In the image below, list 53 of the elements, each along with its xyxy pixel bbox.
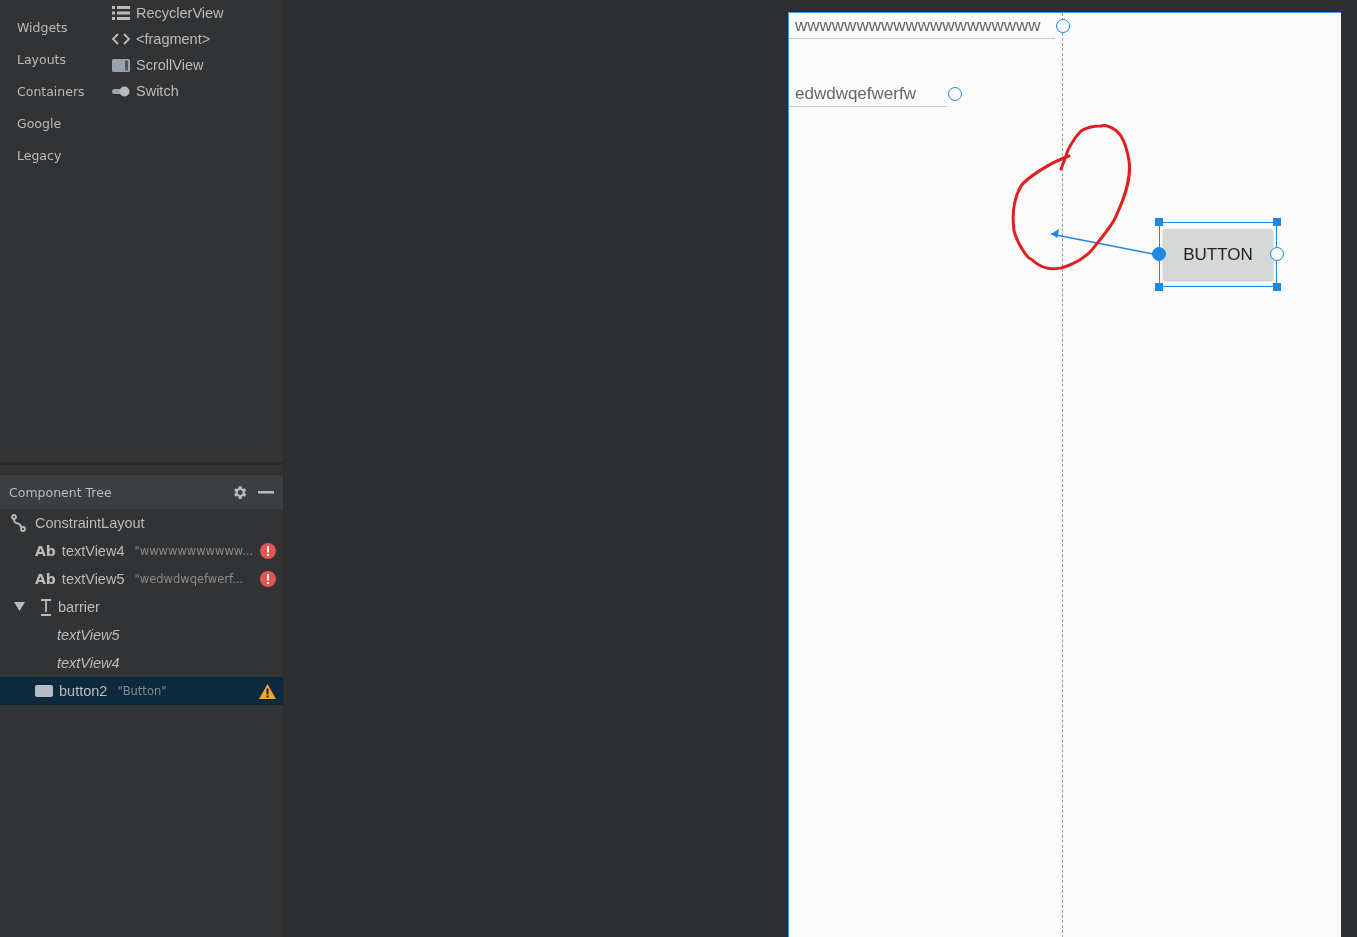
text-view-icon: Ab: [35, 571, 56, 587]
resize-handle[interactable]: [1273, 283, 1281, 291]
code-icon: [112, 33, 130, 45]
node-detail: "Button": [117, 684, 168, 698]
anchor-point[interactable]: [1270, 247, 1284, 261]
node-label: button2: [59, 683, 108, 699]
minimize-icon[interactable]: [258, 490, 274, 494]
resize-handle[interactable]: [1155, 218, 1163, 226]
node-label: textView5: [57, 627, 120, 643]
node-label: ConstraintLayout: [35, 515, 145, 531]
palette-category[interactable]: Legacy: [17, 148, 112, 167]
anchor-point[interactable]: [1056, 19, 1070, 33]
barrier-icon: [40, 598, 52, 616]
palette-category[interactable]: Containers: [17, 84, 112, 103]
text-view-widget[interactable]: wwwwwwwwwwwwwwwwwwww: [789, 14, 1055, 39]
palette-category[interactable]: Layouts: [17, 52, 112, 71]
tree-row[interactable]: barrier: [0, 593, 283, 621]
palette-category[interactable]: Widgets: [17, 20, 112, 39]
button-icon: [35, 685, 53, 697]
node-label: barrier: [58, 599, 100, 615]
anchor-point[interactable]: [948, 87, 962, 101]
constraint-layout-icon: [11, 514, 29, 532]
tree-row[interactable]: ConstraintLayout: [0, 509, 283, 537]
expand-arrow-icon[interactable]: [14, 600, 26, 614]
node-detail: "wedwdwqefwerf...: [134, 572, 245, 586]
text-view-widget[interactable]: edwdwqefwerfw: [789, 82, 947, 107]
node-detail: "wwwwwwwwwww...: [134, 544, 254, 558]
warning-icon: [259, 683, 276, 699]
node-label: textView4: [57, 655, 120, 671]
tree-row[interactable]: textView4: [0, 649, 283, 677]
tree-row[interactable]: Ab textView4 "wwwwwwwwwww...: [0, 537, 283, 565]
palette-item[interactable]: Switch: [112, 78, 224, 104]
node-label: textView4: [61, 543, 125, 559]
panel-title: Component Tree: [9, 484, 113, 500]
tree-row[interactable]: Ab textView5 "wedwdwqefwerf...: [0, 565, 283, 593]
palette-item[interactable]: RecyclerView: [112, 0, 224, 26]
text-view-icon: Ab: [35, 543, 56, 559]
palette-item[interactable]: <fragment>: [112, 26, 224, 52]
error-icon: [260, 543, 276, 559]
resize-handle[interactable]: [1273, 218, 1281, 226]
palette-category[interactable]: Google: [17, 116, 112, 135]
resize-handle[interactable]: [1155, 283, 1163, 291]
list-icon: [112, 6, 130, 20]
scroll-view-icon: [112, 58, 130, 72]
button-widget[interactable]: BUTTON: [1163, 229, 1273, 280]
tree-row[interactable]: button2 "Button": [0, 677, 283, 705]
tree-row[interactable]: textView5: [0, 621, 283, 649]
palette-item[interactable]: ScrollView: [112, 52, 224, 78]
error-icon: [260, 571, 276, 587]
switch-icon: [112, 85, 130, 97]
settings-icon[interactable]: [231, 483, 248, 501]
node-label: textView5: [61, 571, 125, 587]
anchor-point[interactable]: [1152, 247, 1166, 261]
